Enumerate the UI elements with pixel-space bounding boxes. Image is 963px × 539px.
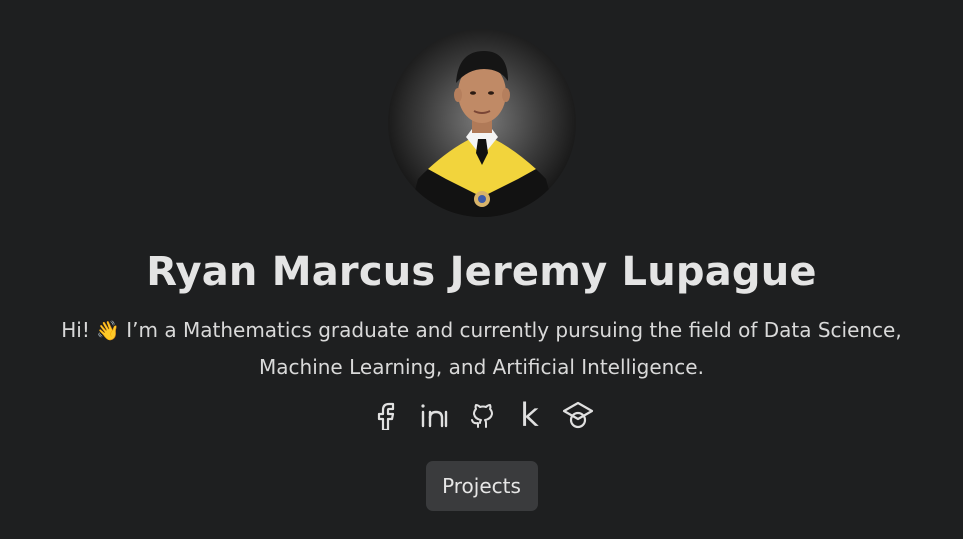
waving-hand-emoji: 👋 [96, 320, 120, 342]
linkedin-link[interactable] [410, 397, 458, 433]
bio-greeting: Hi! [61, 318, 97, 342]
github-icon [470, 404, 493, 428]
bio-line-1: I’m a Mathematics graduate and currently… [119, 318, 902, 342]
profile-bio: Hi! 👋 I’m a Mathematics graduate and cur… [42, 312, 922, 385]
linkedin-icon [420, 404, 447, 428]
facebook-link[interactable] [362, 397, 410, 433]
kaggle-link[interactable]: k [506, 397, 554, 433]
profile-photo [387, 29, 576, 217]
github-link[interactable] [458, 397, 506, 433]
profile-name: Ryan Marcus Jeremy Lupague [146, 249, 817, 295]
social-links: k [362, 397, 602, 433]
scholar-link[interactable] [554, 397, 602, 433]
profile-page: Ryan Marcus Jeremy Lupague Hi! 👋 I’m a M… [0, 0, 963, 539]
kaggle-icon: k [520, 396, 539, 434]
bio-line-2: Machine Learning, and Artificial Intelli… [259, 355, 704, 379]
facebook-icon [377, 402, 394, 430]
projects-button[interactable]: Projects [425, 461, 538, 511]
graduation-cap-icon [562, 401, 593, 429]
